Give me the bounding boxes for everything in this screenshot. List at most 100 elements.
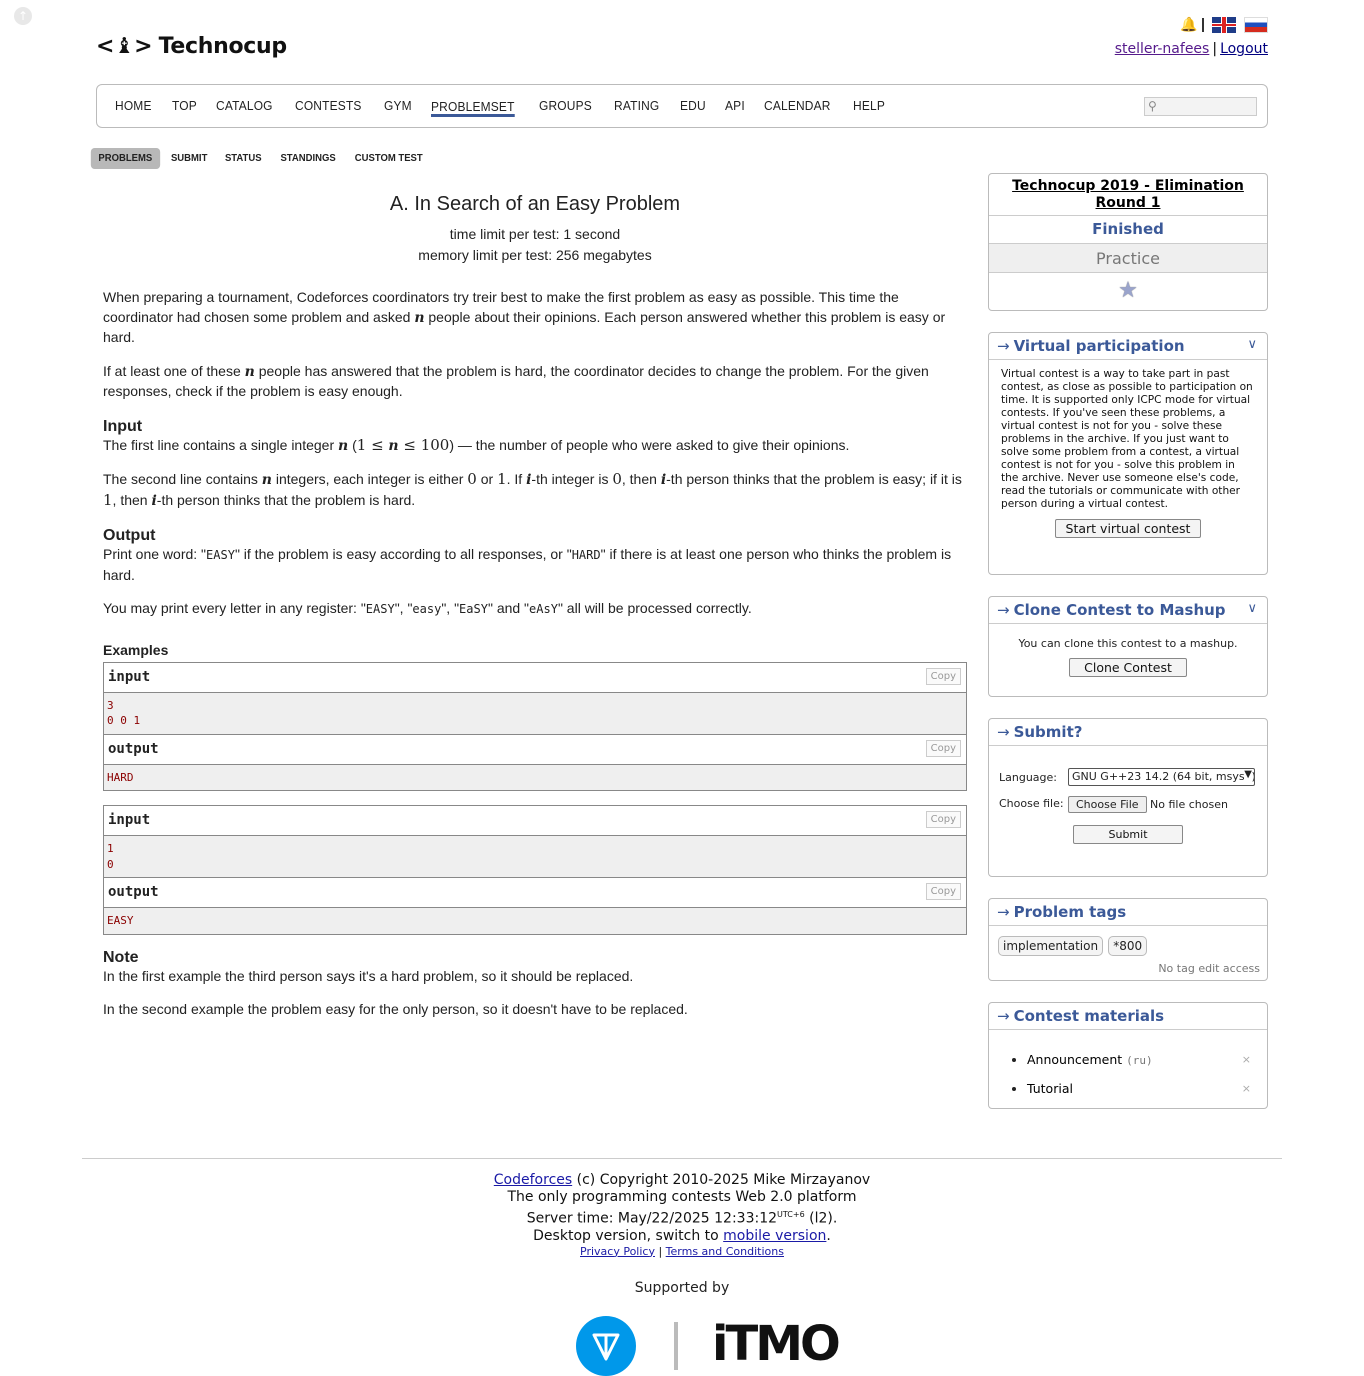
russia-flag-icon[interactable] bbox=[1244, 17, 1268, 33]
note-heading: Note bbox=[103, 948, 139, 966]
main-menu: HOME TOP CATALOG CONTESTS GYM PROBLEMSET… bbox=[96, 84, 1268, 128]
submit-button[interactable]: Submit bbox=[1073, 825, 1183, 844]
contest-materials-title: → Contest materials bbox=[989, 1003, 1267, 1030]
output-paragraph-2: You may print every letter in any regist… bbox=[103, 600, 752, 616]
example-input-data: 3 0 0 1 bbox=[104, 692, 966, 735]
logout-link[interactable]: Logout bbox=[1220, 41, 1268, 57]
submit-title: → Submit? bbox=[989, 719, 1267, 746]
terms-link[interactable]: Terms and Conditions bbox=[666, 1245, 784, 1258]
menu-api[interactable]: API bbox=[725, 98, 745, 115]
logo-separator bbox=[674, 1322, 678, 1370]
uk-flag-icon[interactable] bbox=[1212, 17, 1236, 33]
input-paragraph-1: The first line contains a single integer… bbox=[103, 435, 850, 454]
menu-rating[interactable]: RATING bbox=[614, 98, 659, 115]
language-bar: 🔔 bbox=[1180, 17, 1268, 33]
itmo-logo[interactable]: iTMO bbox=[712, 1316, 841, 1372]
tab-custom-test[interactable]: CUSTOM TEST bbox=[347, 148, 430, 169]
input-heading: Input bbox=[103, 417, 143, 435]
tab-standings[interactable]: STANDINGS bbox=[272, 148, 342, 169]
example-output-label: output Copy bbox=[104, 878, 966, 908]
menu-contests[interactable]: CONTESTS bbox=[295, 98, 362, 115]
menu-problemset[interactable]: PROBLEMSET bbox=[431, 99, 515, 117]
time-limit: time limit per test: 1 second bbox=[449, 226, 621, 242]
note-paragraph-2: In the second example the problem easy f… bbox=[103, 1001, 688, 1017]
footer: Codeforces (c) Copyright 2010-2025 Mike … bbox=[0, 1172, 1364, 1259]
clone-contest-button[interactable]: Clone Contest bbox=[1069, 658, 1187, 677]
choose-file-button[interactable]: Choose File bbox=[1068, 796, 1147, 813]
language-label: Language: bbox=[999, 770, 1057, 784]
list-item: Tutorial × bbox=[1027, 1075, 1267, 1103]
file-status: No file chosen bbox=[1150, 798, 1228, 811]
contest-info-box: Technocup 2019 - Elimination Round 1 Fin… bbox=[988, 173, 1268, 311]
codeforces-link[interactable]: Codeforces bbox=[494, 1172, 572, 1188]
arrow-icon: → bbox=[997, 601, 1010, 619]
tab-submit[interactable]: SUBMIT bbox=[163, 148, 215, 169]
example-input-label: input Copy bbox=[104, 806, 966, 836]
chevron-down-icon[interactable]: ∨ bbox=[1247, 337, 1257, 352]
bell-icon[interactable]: 🔔 bbox=[1180, 17, 1197, 33]
menu-calendar[interactable]: CALENDAR bbox=[764, 98, 831, 115]
mobile-version-link[interactable]: mobile version bbox=[723, 1228, 826, 1244]
output-heading: Output bbox=[103, 527, 156, 544]
close-icon[interactable]: × bbox=[1242, 1075, 1251, 1103]
language-note: (ru) bbox=[1126, 1054, 1153, 1067]
contest-name: Technocup 2019 - Elimination Round 1 bbox=[989, 174, 1267, 216]
copy-button[interactable]: Copy bbox=[925, 739, 961, 757]
problem-submenu: PROBLEMS SUBMIT STATUS STANDINGS CUSTOM … bbox=[89, 148, 432, 169]
choose-file-label: Choose file: bbox=[999, 797, 1064, 810]
arrow-icon: → bbox=[997, 337, 1010, 355]
copy-button[interactable]: Copy bbox=[925, 811, 961, 828]
username-link[interactable]: steller-nafees bbox=[1115, 41, 1210, 57]
search-input[interactable]: ⚲ bbox=[1144, 97, 1257, 116]
logo-mark-icon: <♝> bbox=[96, 34, 153, 59]
arrow-icon: → bbox=[997, 723, 1010, 741]
contest-mode: Practice bbox=[989, 244, 1267, 273]
technocup-logo[interactable]: <♝> Technocup bbox=[96, 34, 287, 59]
user-links: steller-nafees | Logout bbox=[1114, 41, 1268, 57]
materials-list: Announcement (ru) × Tutorial × bbox=[989, 1030, 1267, 1103]
copy-button[interactable]: Copy bbox=[925, 883, 961, 900]
example-1: input Copy 3 0 0 1 output Copy HARD bbox=[103, 661, 967, 791]
tag-difficulty[interactable]: *800 bbox=[1108, 936, 1148, 956]
problem-tags-title: → Problem tags bbox=[989, 899, 1267, 926]
language-select[interactable]: GNU G++23 14.2 (64 bit, msys2) ▼ bbox=[1068, 768, 1255, 786]
tag-implementation[interactable]: implementation bbox=[998, 936, 1104, 956]
problem-tags-box: → Problem tags implementation *800 No tag… bbox=[988, 898, 1268, 981]
tutorial-link[interactable]: Tutorial bbox=[1027, 1081, 1073, 1096]
star-icon[interactable]: ★ bbox=[1118, 278, 1138, 303]
footer-divider bbox=[82, 1158, 1282, 1159]
menu-catalog[interactable]: CATALOG bbox=[216, 98, 273, 115]
chevron-down-icon[interactable]: ∨ bbox=[1247, 601, 1257, 616]
menu-groups[interactable]: GROUPS bbox=[539, 98, 592, 115]
privacy-policy-link[interactable]: Privacy Policy bbox=[580, 1245, 655, 1258]
contest-status: Finished bbox=[989, 216, 1267, 244]
start-virtual-contest-button[interactable]: Start virtual contest bbox=[1054, 519, 1202, 538]
menu-gym[interactable]: GYM bbox=[384, 98, 412, 115]
legend-paragraph-2: If at least one of these n people has an… bbox=[103, 362, 929, 400]
supported-by: Supported by bbox=[634, 1280, 730, 1296]
example-input-data: 1 0 bbox=[104, 836, 966, 878]
separator bbox=[1202, 18, 1204, 32]
copy-button[interactable]: Copy bbox=[925, 667, 961, 685]
desktop-version: Desktop version, switch to mobile versio… bbox=[533, 1227, 831, 1244]
announcement-link[interactable]: Announcement bbox=[1027, 1052, 1122, 1067]
virtual-participation-title: → Virtual participation ∨ bbox=[989, 333, 1267, 360]
contest-name-link[interactable]: Technocup 2019 - Elimination Round 1 bbox=[1012, 178, 1244, 211]
menu-home[interactable]: HOME bbox=[115, 98, 152, 115]
submit-box: → Submit? Language: GNU G++23 14.2 (64 bi… bbox=[988, 718, 1268, 877]
output-paragraph-1: Print one word: "EASY" if the problem is… bbox=[103, 546, 952, 583]
ton-logo-icon[interactable] bbox=[576, 1316, 636, 1376]
tag-edit-note: No tag edit access bbox=[1158, 962, 1260, 975]
server-time: Server time: May/22/2025 12:33:12UTC+6 (… bbox=[526, 1210, 838, 1227]
search-icon: ⚲ bbox=[1148, 99, 1157, 113]
legend-paragraph-1: When preparing a tournament, Codeforces … bbox=[103, 289, 946, 345]
close-icon[interactable]: × bbox=[1242, 1046, 1251, 1074]
tab-status[interactable]: STATUS bbox=[217, 148, 269, 169]
scroll-up-icon[interactable]: ↑ bbox=[14, 7, 32, 25]
menu-help[interactable]: HELP bbox=[853, 98, 885, 115]
menu-edu[interactable]: EDU bbox=[680, 98, 706, 115]
input-paragraph-2: The second line contains n integers, eac… bbox=[103, 470, 962, 509]
tab-problems[interactable]: PROBLEMS bbox=[90, 148, 160, 169]
menu-top[interactable]: TOP bbox=[172, 98, 197, 115]
example-input-label: input Copy bbox=[104, 663, 966, 693]
